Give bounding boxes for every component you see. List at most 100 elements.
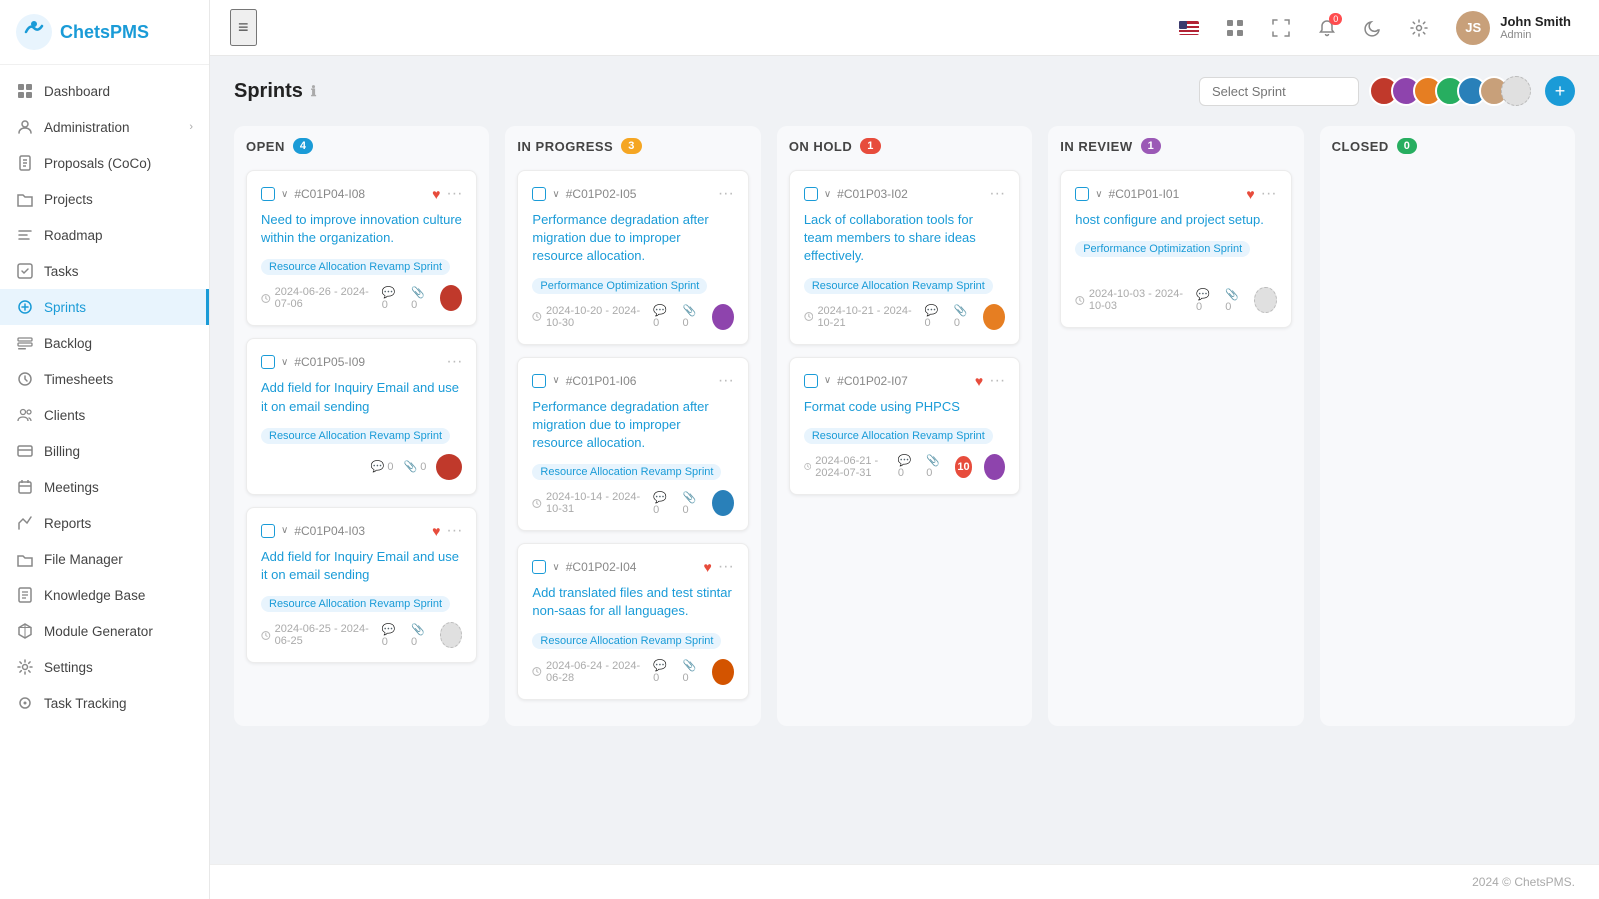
card-more-button[interactable]: ··· xyxy=(718,185,734,203)
card-date: 2024-10-14 - 2024-10-31 xyxy=(532,491,653,515)
sidebar-item-sprints[interactable]: Sprints xyxy=(0,289,209,325)
card-title: Add field for Inquiry Email and use it o… xyxy=(261,548,462,584)
chevron-icon: ∨ xyxy=(824,189,831,200)
card-more-button[interactable]: ··· xyxy=(989,185,1005,203)
notification-badge: 0 xyxy=(1329,13,1342,25)
card-more-button[interactable]: ··· xyxy=(718,372,734,390)
dark-mode-button[interactable] xyxy=(1356,11,1390,45)
sidebar-item-task-tracking[interactable]: Task Tracking xyxy=(0,685,209,721)
clock-icon xyxy=(532,498,542,509)
settings-button[interactable] xyxy=(1402,11,1436,45)
card-date: 2024-10-03 - 2024-10-03 xyxy=(1075,288,1196,312)
card-checkbox[interactable] xyxy=(804,187,818,201)
card-meta: 💬 0 📎 0 xyxy=(653,490,734,516)
attachment-count: 📎 0 xyxy=(682,491,701,516)
unassigned-avatar xyxy=(1254,287,1276,313)
sidebar-item-timesheets[interactable]: Timesheets xyxy=(0,361,209,397)
card-checkbox[interactable] xyxy=(261,187,275,201)
card-more-button[interactable]: ··· xyxy=(989,372,1005,390)
sidebar-item-proposals[interactable]: Proposals (CoCo) xyxy=(0,145,209,181)
attachment-count: 📎 0 xyxy=(1225,288,1244,313)
card-assignee-avatar xyxy=(436,454,462,480)
user-profile[interactable]: JS John Smith Admin xyxy=(1448,7,1579,49)
priority-icon: ♥ xyxy=(975,373,983,389)
sidebar-item-module-generator[interactable]: Module Generator xyxy=(0,613,209,649)
language-selector[interactable] xyxy=(1172,11,1206,45)
card-c01p04-i08[interactable]: ∨ #C01P04-I08 ♥ ··· Need to improve inno… xyxy=(246,170,477,326)
card-footer: 2024-06-21 - 2024-07-31 💬 0 📎 0 10 xyxy=(804,454,1005,480)
sidebar-item-tasks[interactable]: Tasks xyxy=(0,253,209,289)
card-more-button[interactable]: ··· xyxy=(446,522,462,540)
notification-button[interactable]: 0 xyxy=(1310,11,1344,45)
column-count-closed: 0 xyxy=(1397,138,1418,154)
card-checkbox[interactable] xyxy=(1075,187,1089,201)
sprint-select-input[interactable] xyxy=(1199,77,1359,106)
fullscreen-button[interactable] xyxy=(1264,11,1298,45)
column-header-open: OPEN 4 xyxy=(246,138,477,154)
card-footer: 2024-06-26 - 2024-07-06 💬 0 📎 0 xyxy=(261,285,462,311)
chevron-icon: ∨ xyxy=(281,525,288,536)
sidebar-item-roadmap[interactable]: Roadmap xyxy=(0,217,209,253)
card-checkbox[interactable] xyxy=(532,374,546,388)
card-checkbox[interactable] xyxy=(261,524,275,538)
sidebar-item-settings[interactable]: Settings xyxy=(0,649,209,685)
sidebar: ChetsPMS Dashboard Administration › Prop… xyxy=(0,0,210,899)
card-checkbox[interactable] xyxy=(532,560,546,574)
card-c01p02-i05[interactable]: ∨ #C01P02-I05 ··· Performance degradatio… xyxy=(517,170,748,345)
apps-grid-icon xyxy=(1226,19,1244,37)
unassigned-avatar xyxy=(440,622,462,648)
card-more-button[interactable]: ··· xyxy=(446,185,462,203)
card-title: Performance degradation after migration … xyxy=(532,398,733,453)
sidebar-item-dashboard[interactable]: Dashboard xyxy=(0,73,209,109)
sidebar-item-label: Tasks xyxy=(44,264,79,279)
card-c01p03-i02[interactable]: ∨ #C01P03-I02 ··· Lack of collaboration … xyxy=(789,170,1020,345)
card-title: Performance degradation after migration … xyxy=(532,211,733,266)
add-member-button[interactable]: + xyxy=(1545,76,1575,106)
card-id: #C01P02-I07 xyxy=(837,374,969,388)
sidebar-item-administration[interactable]: Administration › xyxy=(0,109,209,145)
sidebar-item-meetings[interactable]: Meetings xyxy=(0,469,209,505)
apps-button[interactable] xyxy=(1218,11,1252,45)
card-c01p01-i06[interactable]: ∨ #C01P01-I06 ··· Performance degradatio… xyxy=(517,357,748,532)
card-header: ∨ #C01P03-I02 ··· xyxy=(804,185,1005,203)
logo[interactable]: ChetsPMS xyxy=(0,0,209,65)
card-c01p01-i01[interactable]: ∨ #C01P01-I01 ♥ ··· host configure and p… xyxy=(1060,170,1291,328)
column-header-inprogress: IN PROGRESS 3 xyxy=(517,138,748,154)
card-more-button[interactable]: ··· xyxy=(1261,185,1277,203)
info-icon[interactable]: ℹ xyxy=(311,83,316,100)
chevron-icon: ∨ xyxy=(281,357,288,368)
card-footer: 2024-10-14 - 2024-10-31 💬 0 📎 0 xyxy=(532,490,733,516)
sidebar-item-billing[interactable]: Billing xyxy=(0,433,209,469)
card-more-button[interactable]: ··· xyxy=(718,558,734,576)
sidebar-item-label: Meetings xyxy=(44,480,99,495)
clock-icon xyxy=(1075,295,1085,306)
chevron-right-icon: › xyxy=(189,121,193,133)
card-more-button[interactable]: ··· xyxy=(446,353,462,371)
attachment-count: 📎 0 xyxy=(682,659,701,684)
sidebar-item-reports[interactable]: Reports xyxy=(0,505,209,541)
card-checkbox[interactable] xyxy=(532,187,546,201)
sidebar-item-clients[interactable]: Clients xyxy=(0,397,209,433)
comment-count: 💬 0 xyxy=(653,491,672,516)
comment-count: 💬 0 xyxy=(653,304,672,329)
hamburger-button[interactable]: ≡ xyxy=(230,9,257,46)
sidebar-item-file-manager[interactable]: File Manager xyxy=(0,541,209,577)
card-checkbox[interactable] xyxy=(804,374,818,388)
avatar: JS xyxy=(1456,11,1490,45)
chevron-icon: ∨ xyxy=(552,375,559,386)
card-c01p05-i09[interactable]: ∨ #C01P05-I09 ··· Add field for Inquiry … xyxy=(246,338,477,494)
card-c01p02-i04[interactable]: ∨ #C01P02-I04 ♥ ··· Add translated files… xyxy=(517,543,748,699)
tracking-icon xyxy=(16,694,34,712)
settings-icon xyxy=(1410,19,1428,37)
card-c01p02-i07[interactable]: ∨ #C01P02-I07 ♥ ··· Format code using PH… xyxy=(789,357,1020,495)
chevron-icon: ∨ xyxy=(552,189,559,200)
card-checkbox[interactable] xyxy=(261,355,275,369)
sidebar-item-backlog[interactable]: Backlog xyxy=(0,325,209,361)
topbar: ≡ 0 xyxy=(210,0,1599,56)
card-tag: Resource Allocation Revamp Sprint xyxy=(804,278,993,294)
card-c01p04-i03[interactable]: ∨ #C01P04-I03 ♥ ··· Add field for Inquir… xyxy=(246,507,477,663)
column-count-open: 4 xyxy=(293,138,314,154)
sidebar-item-knowledge-base[interactable]: Knowledge Base xyxy=(0,577,209,613)
user-name: John Smith xyxy=(1500,14,1571,29)
sidebar-item-projects[interactable]: Projects xyxy=(0,181,209,217)
